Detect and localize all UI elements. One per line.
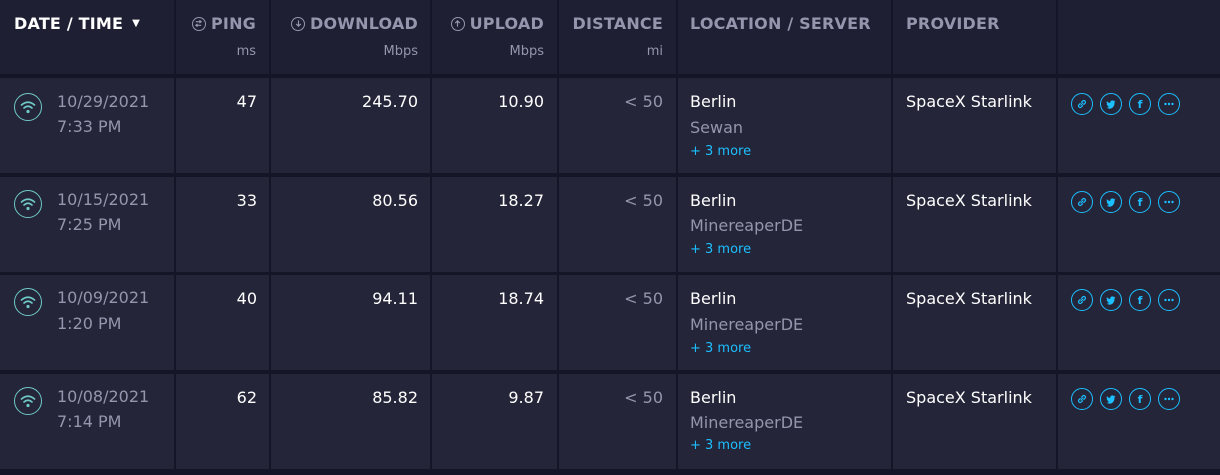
table-row[interactable]: 10/08/2021 7:14 PM 62 85.82 9.87 < 50 Be… <box>0 374 1220 469</box>
row-provider: SpaceX Starlink <box>906 191 1032 210</box>
table-header: DATE / TIME ▼ PING ms DOWNLOAD Mbps UPLO… <box>0 0 1220 74</box>
row-time: 7:33 PM <box>57 117 122 136</box>
wifi-icon <box>14 190 42 218</box>
facebook-icon[interactable]: f <box>1129 289 1151 311</box>
more-icon[interactable] <box>1158 289 1180 311</box>
twitter-icon[interactable] <box>1100 289 1122 311</box>
row-download: 80.56 <box>372 191 418 210</box>
wifi-icon <box>14 387 42 415</box>
row-ping: 40 <box>236 289 257 308</box>
header-upload-unit: Mbps <box>509 44 545 59</box>
row-provider: SpaceX Starlink <box>906 92 1032 111</box>
row-download: 245.70 <box>362 92 418 111</box>
twitter-icon[interactable] <box>1100 93 1122 115</box>
row-actions: f <box>1071 289 1180 311</box>
row-location: Berlin <box>690 388 737 407</box>
more-icon[interactable] <box>1158 191 1180 213</box>
row-provider: SpaceX Starlink <box>906 388 1032 407</box>
row-location: Berlin <box>690 289 737 308</box>
row-date: 10/15/2021 <box>57 190 150 209</box>
wifi-icon <box>14 288 42 316</box>
row-actions: f <box>1071 93 1180 115</box>
ping-icon <box>191 16 206 31</box>
table-row[interactable]: 10/15/2021 7:25 PM 33 80.56 18.27 < 50 B… <box>0 177 1220 272</box>
row-download: 94.11 <box>372 289 418 308</box>
row-actions: f <box>1071 191 1180 213</box>
header-ping-label: PING <box>210 14 256 33</box>
header-provider-label: PROVIDER <box>906 14 1000 33</box>
wifi-icon <box>14 93 42 121</box>
link-icon[interactable] <box>1071 93 1093 115</box>
more-servers-link[interactable]: + 3 more <box>690 242 751 257</box>
more-icon[interactable] <box>1158 93 1180 115</box>
header-distance[interactable]: DISTANCE mi <box>559 0 676 74</box>
row-location: Berlin <box>690 92 737 111</box>
link-icon[interactable] <box>1071 388 1093 410</box>
facebook-glyph: f <box>1137 293 1143 307</box>
header-download-unit: Mbps <box>383 44 419 59</box>
row-provider: SpaceX Starlink <box>906 289 1032 308</box>
row-upload: 18.74 <box>498 289 544 308</box>
header-distance-unit: mi <box>646 44 663 59</box>
header-ping[interactable]: PING ms <box>176 0 269 74</box>
header-distance-label: DISTANCE <box>572 14 663 33</box>
row-upload: 9.87 <box>508 388 544 407</box>
header-location-label: LOCATION / SERVER <box>690 14 871 33</box>
row-upload: 10.90 <box>498 92 544 111</box>
row-server: MinereaperDE <box>690 216 804 235</box>
more-servers-link[interactable]: + 3 more <box>690 144 751 159</box>
row-date: 10/29/2021 <box>57 92 150 111</box>
row-ping: 62 <box>236 388 257 407</box>
row-distance: < 50 <box>624 191 663 210</box>
twitter-icon[interactable] <box>1100 191 1122 213</box>
header-upload-label: UPLOAD <box>469 14 544 33</box>
download-icon <box>291 16 306 31</box>
row-server: MinereaperDE <box>690 413 804 432</box>
row-time: 7:25 PM <box>57 215 122 234</box>
facebook-glyph: f <box>1137 97 1143 111</box>
row-download: 85.82 <box>372 388 418 407</box>
row-ping: 33 <box>236 191 257 210</box>
header-datetime-label: DATE / TIME <box>14 14 124 33</box>
results-table: DATE / TIME ▼ PING ms DOWNLOAD Mbps UPLO… <box>0 0 1220 475</box>
header-provider[interactable]: PROVIDER <box>893 0 1056 74</box>
link-icon[interactable] <box>1071 289 1093 311</box>
row-distance: < 50 <box>624 92 663 111</box>
table-row[interactable]: 10/29/2021 7:33 PM 47 245.70 10.90 < 50 … <box>0 78 1220 173</box>
row-time: 1:20 PM <box>57 314 122 333</box>
sort-caret-icon: ▼ <box>132 18 141 29</box>
table-row[interactable]: 10/09/2021 1:20 PM 40 94.11 18.74 < 50 B… <box>0 275 1220 370</box>
header-download-label: DOWNLOAD <box>310 14 418 33</box>
header-location[interactable]: LOCATION / SERVER <box>678 0 891 74</box>
row-location: Berlin <box>690 191 737 210</box>
row-actions: f <box>1071 388 1180 410</box>
row-ping: 47 <box>236 92 257 111</box>
row-server: MinereaperDE <box>690 315 804 334</box>
header-datetime[interactable]: DATE / TIME ▼ <box>0 0 174 74</box>
header-ping-unit: ms <box>236 44 256 59</box>
row-date: 10/09/2021 <box>57 288 150 307</box>
upload-icon <box>450 16 465 31</box>
twitter-icon[interactable] <box>1100 388 1122 410</box>
more-icon[interactable] <box>1158 388 1180 410</box>
row-distance: < 50 <box>624 289 663 308</box>
facebook-icon[interactable]: f <box>1129 191 1151 213</box>
row-upload: 18.27 <box>498 191 544 210</box>
row-date: 10/08/2021 <box>57 387 150 406</box>
more-servers-link[interactable]: + 3 more <box>690 438 751 453</box>
header-upload[interactable]: UPLOAD Mbps <box>432 0 557 74</box>
row-time: 7:14 PM <box>57 412 122 431</box>
more-servers-link[interactable]: + 3 more <box>690 341 751 356</box>
facebook-icon[interactable]: f <box>1129 93 1151 115</box>
facebook-glyph: f <box>1137 392 1143 406</box>
facebook-glyph: f <box>1137 195 1143 209</box>
row-distance: < 50 <box>624 388 663 407</box>
link-icon[interactable] <box>1071 191 1093 213</box>
header-download[interactable]: DOWNLOAD Mbps <box>271 0 430 74</box>
row-server: Sewan <box>690 118 744 137</box>
facebook-icon[interactable]: f <box>1129 388 1151 410</box>
